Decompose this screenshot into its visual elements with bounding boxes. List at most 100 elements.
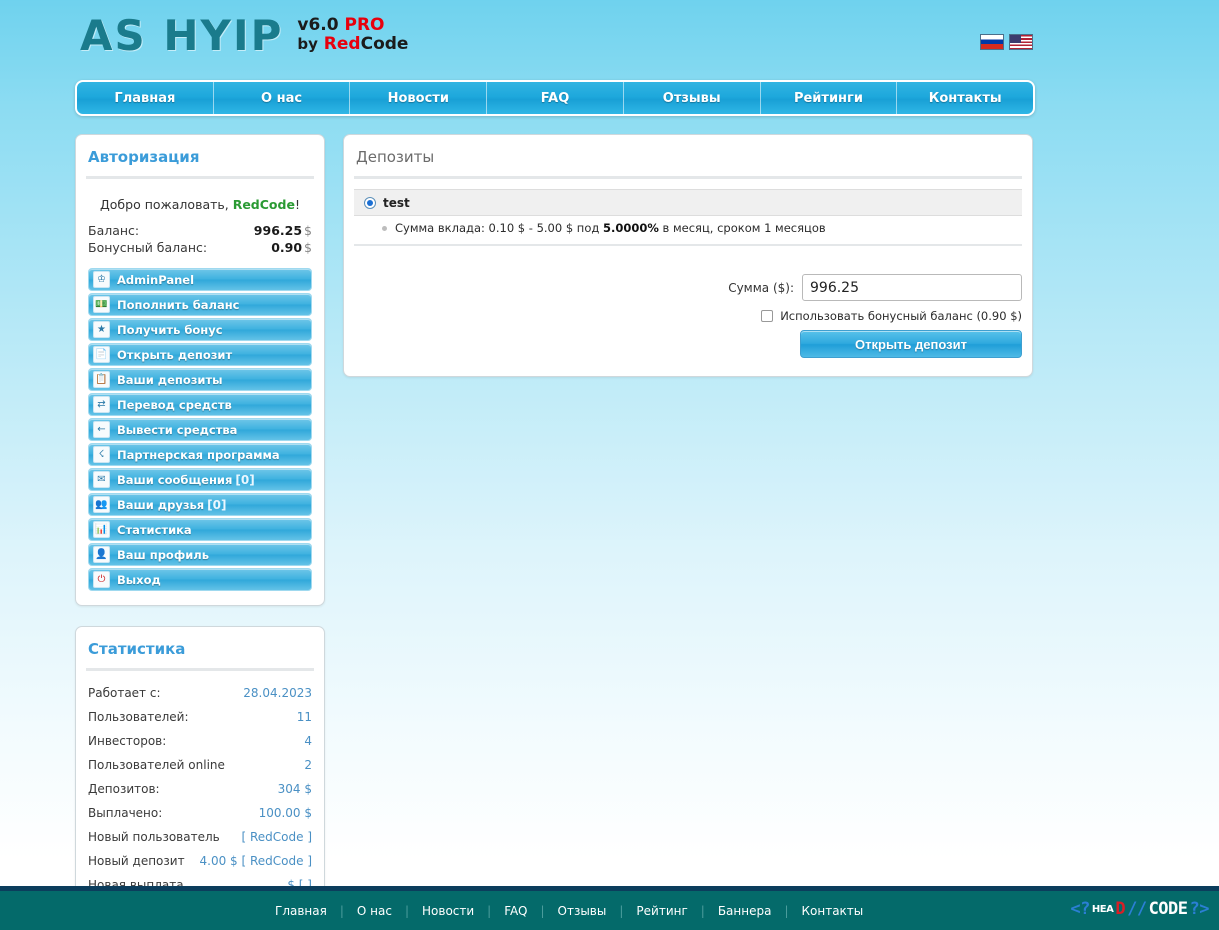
deposit-plan-name: test [383,196,410,210]
logo-open-tag: <? [1070,899,1090,919]
us-flag-icon[interactable] [1009,34,1033,50]
stat-value: 11 [296,710,312,724]
deposit-plan-row[interactable]: test [354,189,1022,216]
amount-input[interactable] [802,274,1022,301]
footer-link-contacts[interactable]: Контакты [789,904,877,918]
footer-link-rating[interactable]: Рейтинг [623,904,700,918]
content-area: Авторизация Добро пожаловать, RedCode! Б… [75,134,1040,930]
redcode-footer-logo[interactable]: <? HEA D // CODE ?> [1070,899,1209,919]
footer-link-banners[interactable]: Баннера [705,904,785,918]
menu-item-logout[interactable]: ⏻ Выход [88,568,312,591]
footer-link-news[interactable]: Новости [409,904,487,918]
crown-icon: ♔ [93,271,110,288]
money-add-icon: 💵 [93,296,110,313]
logo-d-letter: D [1115,899,1126,919]
page-title: Депозиты [356,148,435,166]
deposit-plans-list: test Сумма вклада: 0.10 $ - 5.00 $ под 5… [344,179,1032,246]
desc-prefix: Сумма вклада: 0.10 $ - 5.00 $ под [395,221,603,235]
network-icon: ☇ [93,446,110,463]
logo-pro: PRO [344,15,385,35]
site-logo[interactable]: AS HYIP v6.0 PRO by RedCode [80,14,408,58]
open-deposit-button[interactable]: Открыть депозит [800,330,1022,358]
submit-row: Открыть депозит [354,330,1022,358]
logo-code: Code [360,34,409,54]
mail-icon: ✉ [93,471,110,488]
welcome-prefix: Добро пожаловать, [100,197,233,212]
menu-item-label: Выход [117,572,161,587]
statistics-panel-title: Статистика [88,640,186,658]
welcome-username: RedCode [232,197,295,212]
page-wrapper: AS HYIP v6.0 PRO by RedCode Главная О на… [0,0,1219,930]
menu-item-statistics[interactable]: 📊 Статистика [88,518,312,541]
use-bonus-checkbox[interactable] [761,310,774,322]
menu-item-get-bonus[interactable]: ★ Получить бонус [88,318,312,341]
menu-item-label: Перевод средств [117,397,232,412]
language-switcher[interactable] [980,34,1033,50]
deposit-plan-description-row: Сумма вклада: 0.10 $ - 5.00 $ под 5.0000… [354,216,1022,246]
bonus-balance-currency: $ [304,240,312,255]
stat-label: Выплачено: [88,806,163,820]
bonus-balance-value: 0.90 [271,240,303,255]
logo-subtitle: v6.0 PRO by RedCode [297,16,408,54]
stat-label: Пользователей online [88,758,225,772]
menu-item-label: Пополнить баланс [117,297,240,312]
nav-item-news[interactable]: Новости [350,82,488,114]
stat-value: 100.00 $ [258,806,312,820]
stat-label: Пользователей: [88,710,189,724]
footer-link-faq[interactable]: FAQ [491,904,540,918]
menu-item-affiliate-program[interactable]: ☇ Партнерская программа [88,443,312,466]
menu-item-transfer-funds[interactable]: ⇄ Перевод средств [88,393,312,416]
stat-value: [ RedCode ] [241,830,312,844]
logo-close-tag: ?> [1189,899,1210,919]
bullet-icon [382,225,387,231]
menu-item-profile[interactable]: 👤 Ваш профиль [88,543,312,566]
authorization-panel-title: Авторизация [88,148,200,166]
menu-item-label: Ваши друзья [117,497,205,512]
menu-item-friends[interactable]: 👥 Ваши друзья [0] [88,493,312,516]
bonus-checkbox-row: Использовать бонусный баланс (0.90 $) [354,309,1022,323]
nav-item-reviews[interactable]: Отзывы [624,82,761,114]
stat-row: Пользователей: 11 [88,705,312,729]
menu-item-label: Ваш профиль [117,547,209,562]
menu-item-messages[interactable]: ✉ Ваши сообщения [0] [88,468,312,491]
menu-item-your-deposits[interactable]: 📋 Ваши депозиты [88,368,312,391]
menu-item-label: Открыть депозит [117,347,233,362]
stat-label: Работает с: [88,686,161,700]
desc-suffix: в месяц, сроком 1 месяцов [658,221,826,235]
stat-value: 28.04.2023 [243,686,312,700]
balance-row: Баланс: 996.25 $ [88,222,312,239]
menu-item-withdraw-funds[interactable]: ← Вывести средства [88,418,312,441]
deposit-form: Сумма ($): Использовать бонусный баланс … [344,246,1032,376]
nav-item-home[interactable]: Главная [77,82,214,114]
welcome-suffix: ! [294,197,300,212]
welcome-message: Добро пожаловать, RedCode! [88,189,312,222]
logo-title: AS HYIP [80,11,284,60]
footer-link-reviews[interactable]: Отзывы [545,904,620,918]
deposit-plan-radio[interactable] [364,197,376,209]
nav-item-about[interactable]: О нас [214,82,351,114]
statistics-panel: Статистика Работает с: 28.04.2023 Пользо… [75,626,325,910]
balance-label: Баланс: [88,223,140,238]
menu-item-open-deposit[interactable]: 📄 Открыть депозит [88,343,312,366]
footer-link-home[interactable]: Главная [262,904,340,918]
stat-row: Выплачено: 100.00 $ [88,801,312,825]
balance-value: 996.25 [253,223,303,238]
stat-value: 4 [304,734,312,748]
user-icon: 👤 [93,546,110,563]
footer-link-about[interactable]: О нас [344,904,405,918]
main-content: Депозиты test Сумма вклада: 0.10 $ - 5.0… [343,134,1033,397]
menu-item-deposit-funds[interactable]: 💵 Пополнить баланс [88,293,312,316]
menu-item-adminpanel[interactable]: ♔ AdminPanel [88,268,312,291]
menu-item-label: Ваши депозиты [117,372,223,387]
russian-flag-icon[interactable] [980,34,1004,50]
nav-item-ratings[interactable]: Рейтинги [761,82,898,114]
stat-row: Депозитов: 304 $ [88,777,312,801]
nav-item-faq[interactable]: FAQ [487,82,624,114]
amount-label: Сумма ($): [728,280,794,295]
nav-item-contacts[interactable]: Контакты [897,82,1033,114]
stat-row: Новый пользователь [ RedCode ] [88,825,312,849]
gift-icon: ★ [93,321,110,338]
stat-value: 304 $ [277,782,312,796]
friends-icon: 👥 [93,496,110,513]
stat-row: Новый депозит 4.00 $ [ RedCode ] [88,849,312,873]
